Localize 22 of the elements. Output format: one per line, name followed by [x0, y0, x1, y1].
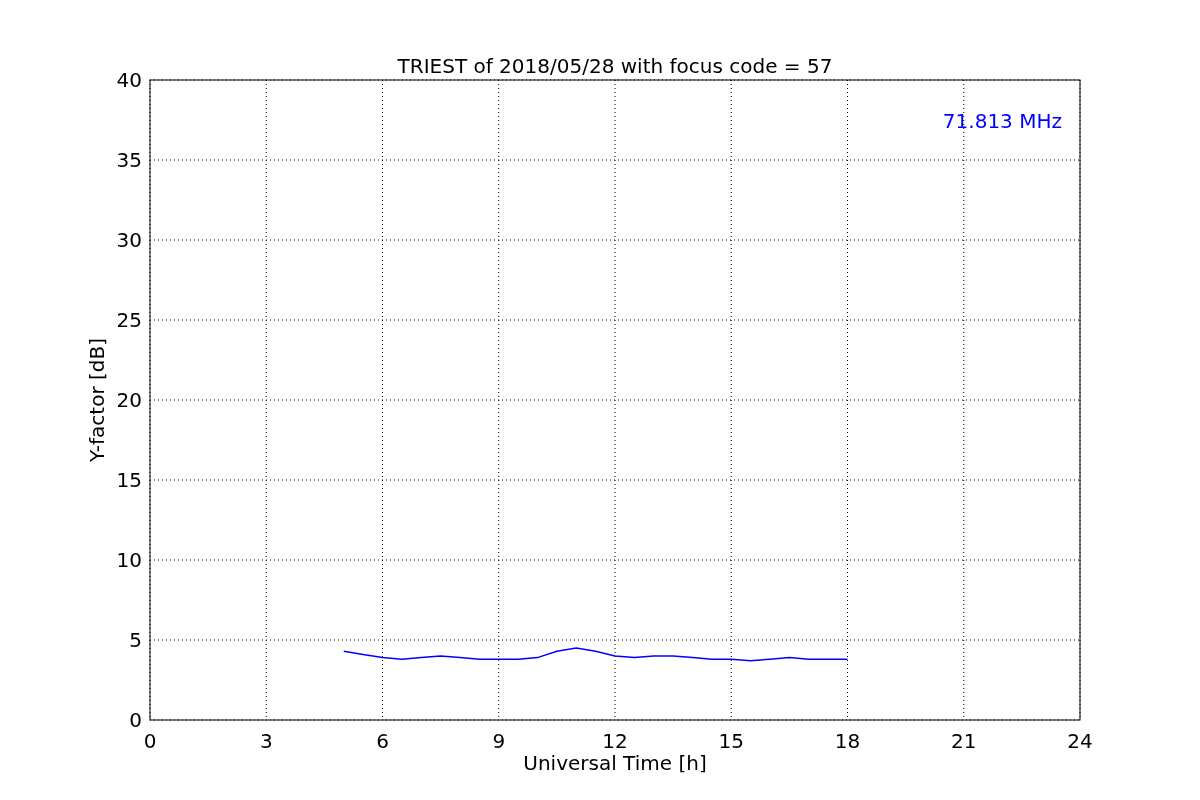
chart-title: TRIEST of 2018/05/28 with focus code = 57: [397, 54, 833, 78]
y-tick-label: 0: [129, 708, 142, 732]
y-tick-label: 25: [116, 308, 142, 332]
y-tick-label: 5: [129, 628, 142, 652]
x-axis-label: Universal Time [h]: [523, 751, 707, 775]
x-tick-label: 12: [602, 729, 628, 753]
y-tick-label: 15: [116, 468, 142, 492]
x-tick-label: 0: [143, 729, 157, 753]
y-axis-label: Y-factor [dB]: [85, 338, 109, 462]
x-tick-label: 24: [1067, 729, 1093, 753]
x-tick-label: 15: [718, 729, 744, 753]
y-tick-label: 35: [116, 148, 142, 172]
series-label: 71.813 MHz: [942, 109, 1062, 133]
y-tick-label: 10: [116, 548, 142, 572]
x-tick-label: 21: [951, 729, 977, 753]
y-tick-label: 40: [116, 68, 142, 92]
y-tick-label: 20: [116, 388, 142, 412]
x-tick-label: 6: [376, 729, 389, 753]
x-tick-label: 3: [259, 729, 273, 753]
y-tick-label: 30: [116, 228, 142, 252]
x-tick-label: 18: [834, 729, 861, 753]
x-tick-label: 9: [492, 729, 506, 753]
